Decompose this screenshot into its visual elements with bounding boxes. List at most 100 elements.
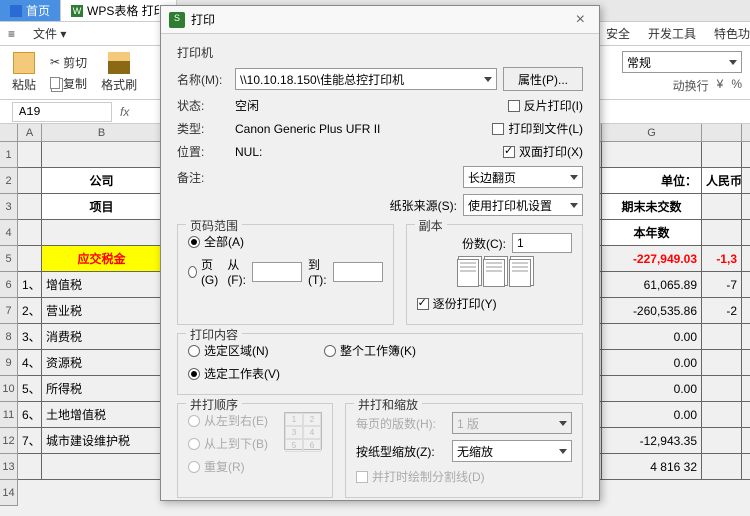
worksheet-radio[interactable]: 选定工作表(V) xyxy=(188,365,280,382)
row-header[interactable]: 13 xyxy=(0,454,18,480)
cell[interactable] xyxy=(42,142,162,167)
cell[interactable] xyxy=(702,220,742,245)
row-header[interactable]: 12 xyxy=(0,428,18,454)
printer-name-combo[interactable]: \\10.10.18.150\佳能总控打印机 xyxy=(235,68,497,90)
cell[interactable]: 61,065.89 xyxy=(602,272,702,297)
wrap-text[interactable]: 动换行 xyxy=(673,77,709,94)
cell[interactable] xyxy=(702,428,742,453)
row-header[interactable]: 1 xyxy=(0,142,18,168)
cut-button[interactable]: ✂剪切 xyxy=(50,54,87,71)
cell[interactable] xyxy=(18,454,42,479)
cell[interactable] xyxy=(702,324,742,349)
cell[interactable] xyxy=(18,194,42,219)
from-page-input[interactable] xyxy=(252,262,302,282)
row-header[interactable]: 3 xyxy=(0,194,18,220)
to-page-input[interactable] xyxy=(333,262,383,282)
ribbon-tab-security[interactable]: 安全 xyxy=(606,25,630,42)
format-painter-button[interactable]: 格式刷 xyxy=(97,50,141,95)
fx-icon[interactable]: fx xyxy=(120,105,129,119)
cell[interactable]: -260,535.86 xyxy=(602,298,702,323)
cell[interactable] xyxy=(18,246,42,271)
cell[interactable]: 1、 xyxy=(18,272,42,297)
ribbon-tab-dev[interactable]: 开发工具 xyxy=(648,25,696,42)
duplex-flip-combo[interactable]: 长边翻页 xyxy=(463,166,583,188)
cell[interactable]: -1,3 xyxy=(702,246,742,271)
duplex-checkbox[interactable]: 双面打印(X) xyxy=(503,143,583,160)
copy-button[interactable]: 复制 xyxy=(50,75,87,92)
cell[interactable]: 2、 xyxy=(18,298,42,323)
cell[interactable]: 7、 xyxy=(18,428,42,453)
cell[interactable] xyxy=(18,168,42,193)
cell[interactable]: 所得税 xyxy=(42,376,162,401)
cell[interactable]: 4 816 32 xyxy=(602,454,702,479)
row-header[interactable]: 2 xyxy=(0,168,18,194)
range-pages-radio[interactable]: 页(G) xyxy=(188,256,221,287)
print-to-file-checkbox[interactable]: 打印到文件(L) xyxy=(492,120,583,137)
collate-checkbox[interactable]: 逐份打印(Y) xyxy=(417,295,497,312)
cell[interactable]: 营业税 xyxy=(42,298,162,323)
ribbon-tab-special[interactable]: 特色功 xyxy=(714,25,750,42)
cell[interactable]: 应交税金 xyxy=(42,246,162,271)
properties-button[interactable]: 属性(P)... xyxy=(503,67,583,91)
row-header[interactable]: 7 xyxy=(0,298,18,324)
row-header[interactable]: 6 xyxy=(0,272,18,298)
row-header[interactable]: 8 xyxy=(0,324,18,350)
currency-format[interactable]: ¥ xyxy=(717,77,724,94)
row-header[interactable]: 10 xyxy=(0,376,18,402)
range-all-radio[interactable]: 全部(A) xyxy=(188,233,244,250)
cell[interactable]: 城市建设维护税 xyxy=(42,428,162,453)
col-header[interactable]: B xyxy=(42,124,162,141)
cell[interactable]: 土地增值税 xyxy=(42,402,162,427)
cell[interactable]: 消费税 xyxy=(42,324,162,349)
cell[interactable] xyxy=(702,142,742,167)
row-header[interactable]: 14 xyxy=(0,480,18,506)
cell[interactable] xyxy=(702,350,742,375)
number-format-combo[interactable]: 常规 xyxy=(622,51,742,73)
selection-radio[interactable]: 选定区域(N) xyxy=(188,342,318,359)
cell[interactable] xyxy=(18,142,42,167)
cell[interactable]: 本年数 xyxy=(602,220,702,245)
cell[interactable]: 4、 xyxy=(18,350,42,375)
col-header[interactable]: G xyxy=(602,124,702,141)
reverse-print-checkbox[interactable]: 反片打印(I) xyxy=(508,97,583,114)
row-header[interactable]: 5 xyxy=(0,246,18,272)
cell[interactable] xyxy=(18,220,42,245)
cell[interactable] xyxy=(702,454,742,479)
paste-button[interactable]: 粘贴 xyxy=(8,50,40,95)
cell[interactable] xyxy=(602,142,702,167)
menu-toggle[interactable]: ≡ xyxy=(8,27,15,41)
cell[interactable]: -12,943.35 xyxy=(602,428,702,453)
cell[interactable]: 0.00 xyxy=(602,402,702,427)
cell[interactable] xyxy=(702,376,742,401)
cell[interactable]: 5、 xyxy=(18,376,42,401)
cell[interactable]: 单位： xyxy=(602,168,702,193)
tab-home[interactable]: 首页 xyxy=(0,0,61,21)
cell[interactable]: -2 xyxy=(702,298,742,323)
row-header[interactable]: 11 xyxy=(0,402,18,428)
cell[interactable] xyxy=(42,220,162,245)
cell[interactable]: 项目 xyxy=(42,194,162,219)
cell[interactable] xyxy=(702,194,742,219)
row-header[interactable]: 4 xyxy=(0,220,18,246)
cell[interactable] xyxy=(42,454,162,479)
scale-to-paper-combo[interactable]: 无缩放 xyxy=(452,440,572,462)
cell[interactable]: 期末未交数 xyxy=(602,194,702,219)
cell[interactable]: 0.00 xyxy=(602,376,702,401)
copies-spinner[interactable]: 1 xyxy=(512,233,572,253)
col-header[interactable]: A xyxy=(18,124,42,141)
cell[interactable]: 资源税 xyxy=(42,350,162,375)
workbook-radio[interactable]: 整个工作簿(K) xyxy=(324,342,416,359)
cell[interactable]: 0.00 xyxy=(602,350,702,375)
cell[interactable]: 3、 xyxy=(18,324,42,349)
cell[interactable]: 0.00 xyxy=(602,324,702,349)
cell[interactable]: 增值税 xyxy=(42,272,162,297)
name-box[interactable] xyxy=(12,102,112,122)
cell[interactable] xyxy=(702,402,742,427)
paper-source-combo[interactable]: 使用打印机设置 xyxy=(463,194,583,216)
cell[interactable]: 公司 xyxy=(42,168,162,193)
percent-format[interactable]: % xyxy=(731,77,742,94)
cell[interactable]: 6、 xyxy=(18,402,42,427)
row-header[interactable]: 9 xyxy=(0,350,18,376)
file-menu[interactable]: 文件 ▾ xyxy=(33,25,66,42)
cell[interactable]: -227,949.03 xyxy=(602,246,702,271)
